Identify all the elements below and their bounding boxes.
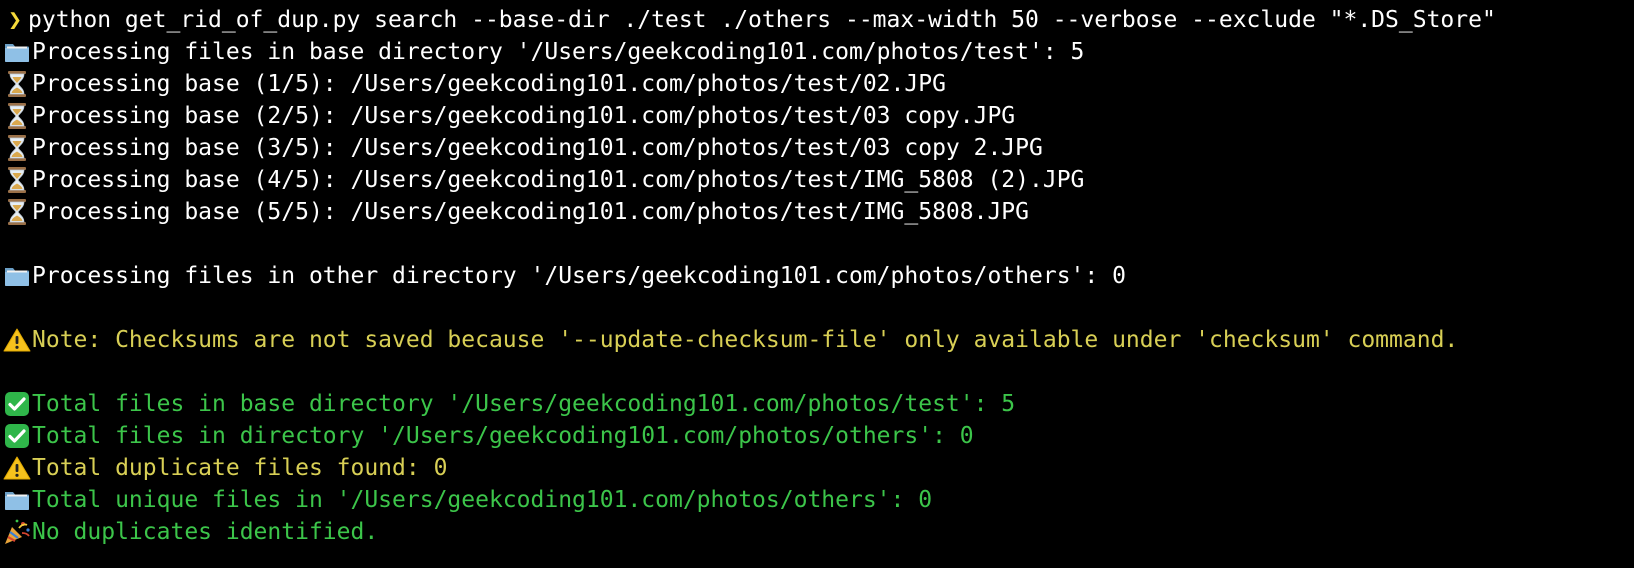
output-text: Processing base (5/5): /Users/geekcoding… [32,199,1029,225]
check-icon [2,420,32,452]
output-line: Total files in base directory '/Users/ge… [2,388,1634,420]
command-line: ❯ python get_rid_of_dup.py search --base… [2,4,1634,36]
output-text: Total unique files in '/Users/geekcoding… [32,487,933,513]
terminal-output: Processing files in base directory '/Use… [2,36,1634,548]
output-text: Total files in directory '/Users/geekcod… [32,423,974,449]
hourglass-icon [2,132,32,164]
output-text: Total files in base directory '/Users/ge… [32,391,1016,417]
folder-icon [2,484,32,516]
output-text: Processing files in base directory '/Use… [32,39,1085,65]
terminal-window[interactable]: ❯ python get_rid_of_dup.py search --base… [0,0,1634,568]
hourglass-icon [2,196,32,228]
output-text: Processing files in other directory '/Us… [32,263,1126,289]
output-line: No duplicates identified. [2,516,1634,548]
output-line: Processing base (4/5): /Users/geekcoding… [2,164,1634,196]
output-line: Processing base (1/5): /Users/geekcoding… [2,68,1634,100]
output-text: Processing base (1/5): /Users/geekcoding… [32,71,946,97]
output-line: Processing base (3/5): /Users/geekcoding… [2,132,1634,164]
output-text: Total duplicate files found: 0 [32,455,448,481]
warning-icon [2,324,32,356]
check-icon [2,388,32,420]
output-line: Processing base (2/5): /Users/geekcoding… [2,100,1634,132]
output-line: Processing base (5/5): /Users/geekcoding… [2,196,1634,228]
command-text: python get_rid_of_dup.py search --base-d… [28,7,1496,33]
output-text: Processing base (2/5): /Users/geekcoding… [32,103,1016,129]
output-text: Processing base (3/5): /Users/geekcoding… [32,135,1043,161]
output-text: Note: Checksums are not saved because '-… [32,327,1459,353]
icon-spacer [2,228,32,260]
chevron-right-icon: ❯ [8,7,22,33]
folder-icon [2,260,32,292]
hourglass-icon [2,100,32,132]
output-line: Note: Checksums are not saved because '-… [2,324,1634,356]
icon-spacer [2,292,32,324]
party-popper-icon [2,516,32,548]
output-line: Processing files in other directory '/Us… [2,260,1634,292]
hourglass-icon [2,68,32,100]
output-line: Total files in directory '/Users/geekcod… [2,420,1634,452]
output-line: Total duplicate files found: 0 [2,452,1634,484]
folder-icon [2,36,32,68]
blank-line [2,228,1634,260]
output-text: No duplicates identified. [32,519,379,545]
blank-line [2,356,1634,388]
icon-spacer [2,356,32,388]
output-line: Processing files in base directory '/Use… [2,36,1634,68]
output-line: Total unique files in '/Users/geekcoding… [2,484,1634,516]
warning-icon [2,452,32,484]
hourglass-icon [2,164,32,196]
output-text: Processing base (4/5): /Users/geekcoding… [32,167,1085,193]
blank-line [2,292,1634,324]
